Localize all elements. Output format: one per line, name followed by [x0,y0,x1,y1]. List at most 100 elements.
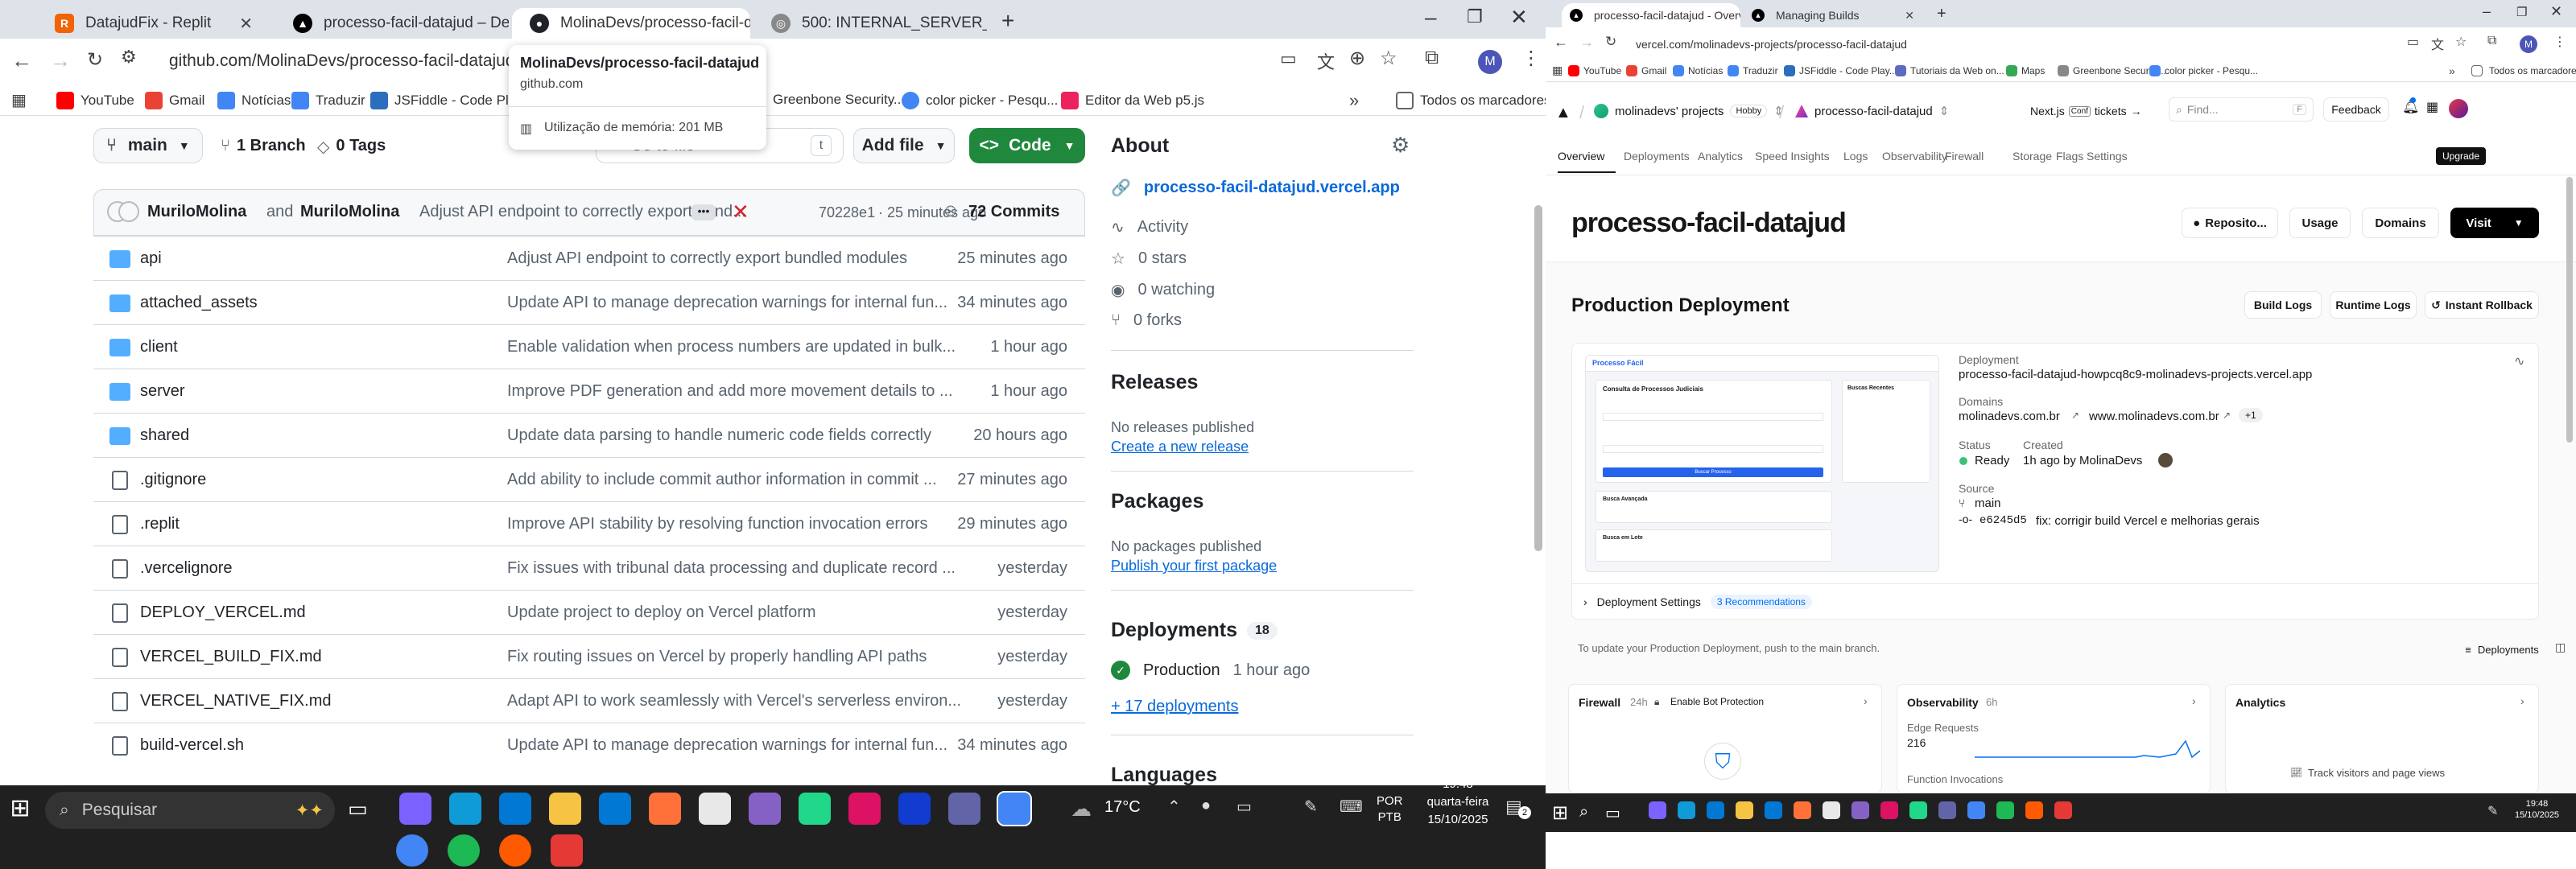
nav-tab-firewall[interactable]: Firewall [1945,150,1984,163]
tags-link[interactable]: ◇ 0 Tags [317,137,386,157]
repository-button[interactable]: ● Reposito... [2182,208,2278,238]
bookmark-noticias[interactable]: Notícias [217,92,291,109]
add-file-button[interactable]: Add file ▼ [853,128,955,163]
source-commit[interactable]: e6245d5 [1979,514,2027,527]
chrome-icon[interactable] [1967,801,1985,819]
right-clock[interactable]: 19:48 15/10/2025 [2515,798,2559,821]
file-name[interactable]: .vercelignore [140,559,233,578]
file-name[interactable]: attached_assets [140,294,258,312]
file-commit-message[interactable]: Improve API stability by resolving funct… [507,515,974,533]
file-name[interactable]: DEPLOY_VERCEL.md [140,603,306,622]
forward-icon[interactable]: → [50,48,71,73]
file-row[interactable]: server Improve PDF generation and add mor… [93,369,1085,414]
extensions-icon[interactable]: ⧉ [1425,47,1439,69]
ellipsis-icon[interactable]: ••• [691,204,716,220]
nav-tab-observability[interactable]: Observability [1882,150,1947,163]
visual-studio-icon[interactable] [1852,801,1869,819]
edge-icon[interactable] [449,793,481,825]
domain-link[interactable]: www.molinadevs.com.br [2089,410,2219,423]
edge-icon[interactable] [1678,801,1695,819]
weather-temp[interactable]: 17°C [1104,798,1141,817]
taskbar-clock[interactable]: 19:48 quarta-feira 15/10/2025 [1422,776,1494,829]
branches-link[interactable]: ⑂ 1 Branch [221,137,306,155]
pen-icon[interactable]: ✎ [1304,797,1318,817]
notepad-icon[interactable] [1823,801,1840,819]
minimize-icon[interactable]: – [2483,3,2491,20]
user-avatar[interactable] [2449,99,2468,118]
file-commit-message[interactable]: Adjust API endpoint to correctly export … [507,249,974,268]
file-row[interactable]: DEPLOY_VERCEL.md Update project to deploy… [93,590,1085,635]
reload-icon[interactable]: ↻ [1605,34,1616,50]
file-row[interactable]: VERCEL_BUILD_FIX.md Fix routing issues on… [93,634,1085,679]
extensions-icon[interactable]: ⧉ [2487,34,2496,48]
publish-package-link[interactable]: Publish your first package [1111,558,1277,575]
file-commit-message[interactable]: Adapt API to work seamlessly with Vercel… [507,692,974,710]
brave-icon[interactable] [499,834,531,867]
branch-selector[interactable]: ⑂ main ▼ [93,128,203,163]
nav-tab-overview[interactable]: Overview [1558,150,1604,163]
bookmark-star-icon[interactable]: ☆ [1380,47,1397,70]
file-commit-message[interactable]: Update data parsing to handle numeric co… [507,426,974,445]
install-icon[interactable]: ▭ [2407,34,2419,50]
search-icon[interactable]: ⌕ [1579,803,1588,822]
disney-icon[interactable] [898,793,931,825]
tab-vercel-overview[interactable]: ▲ processo-facil-datajud - Overv ✕ [1562,3,1740,27]
taskbar-search[interactable]: ⌕ Pesquisar ✦✦ [45,792,335,829]
domains-button[interactable]: Domains [2362,208,2439,238]
docs-icon[interactable]: ▦ [2426,99,2438,115]
menu-icon[interactable]: ⋮ [1521,47,1541,70]
build-logs-button[interactable]: Build Logs [2244,291,2322,319]
tab-replit[interactable]: R DatajudFix - Replit ✕ [37,8,270,39]
rider-icon[interactable] [1880,801,1898,819]
bookmark-item[interactable]: JSFiddle - Code Play... [1784,65,1897,76]
file-explorer-icon[interactable] [1736,801,1753,819]
deployment-url[interactable]: processo-facil-datajud-howpcq8c9-molinad… [1959,368,2312,381]
source-branch[interactable]: main [1975,496,2001,510]
windows-start-icon[interactable]: ⊞ [1552,801,1568,825]
spotify-icon[interactable] [448,834,480,867]
teams-icon[interactable] [948,793,980,825]
commits-link[interactable]: 72 Commits [968,203,1059,221]
more-bookmarks-icon[interactable]: » [2449,64,2455,77]
task-view-icon[interactable]: ▭ [1605,803,1620,823]
all-bookmarks[interactable]: Todos os marcadores [1396,92,1546,109]
more-bookmarks-icon[interactable]: » [1349,90,1359,111]
file-row[interactable]: client Enable validation when process num… [93,324,1085,369]
bot-protection-link[interactable]: Enable Bot Protection [1670,696,1764,707]
deployments-button[interactable]: ≡ Deployments [2450,637,2553,661]
bookmark-gmail[interactable]: Gmail [145,92,204,109]
visual-studio-icon[interactable] [749,793,781,825]
file-commit-message[interactable]: Update API to manage deprecation warning… [507,736,974,755]
close-tab-icon[interactable]: ✕ [1905,9,1914,23]
activity-pulse-icon[interactable]: ∿ [2514,353,2524,369]
feedback-button[interactable]: Feedback [2323,97,2389,121]
bookmark-item[interactable]: YouTube [1568,65,1621,76]
bookmark-item[interactable]: color picker - Pesqu... [2149,65,2258,76]
copilot-icon[interactable] [399,793,431,825]
file-name[interactable]: .gitignore [140,471,206,489]
file-row[interactable]: .vercelignore Fix issues with tribunal da… [93,546,1085,591]
chrome-icon[interactable] [997,791,1032,826]
commit-hash[interactable]: 70228e1 [819,204,875,221]
file-commit-message[interactable]: Add ability to include commit author inf… [507,471,974,489]
store-icon[interactable] [499,793,531,825]
file-explorer-icon[interactable] [549,793,581,825]
instant-rollback-button[interactable]: ↺ Instant Rollback [2425,291,2539,319]
file-commit-message[interactable]: Enable validation when process numbers a… [507,338,974,356]
notepad-icon[interactable] [699,793,731,825]
reload-icon[interactable]: ↻ [87,48,103,72]
chrome-icon[interactable] [396,834,428,867]
install-icon[interactable]: ▭ [1280,48,1297,69]
tray-chevron-icon[interactable]: ⌃ [1167,797,1181,817]
nav-tab-storage[interactable]: Storage [2013,150,2052,163]
firefox-icon[interactable] [1794,801,1811,819]
windows-start-icon[interactable]: ⊞ [0,785,40,832]
bookmark-traduzir[interactable]: Traduzir [291,92,365,109]
deployments-heading[interactable]: Deployments 18 [1111,619,1278,642]
firewall-card[interactable]: Firewall 24h 🔒︎ Enable Bot Protection › … [1568,684,1882,793]
right-scrollbar[interactable] [2566,177,2573,443]
menu-icon[interactable]: ⋮ [2553,34,2566,50]
more-deployments-link[interactable]: + 17 deployments [1111,698,1238,716]
maximize-icon[interactable]: ❐ [2516,5,2527,19]
gear-icon[interactable]: ⚙ [1391,133,1410,158]
